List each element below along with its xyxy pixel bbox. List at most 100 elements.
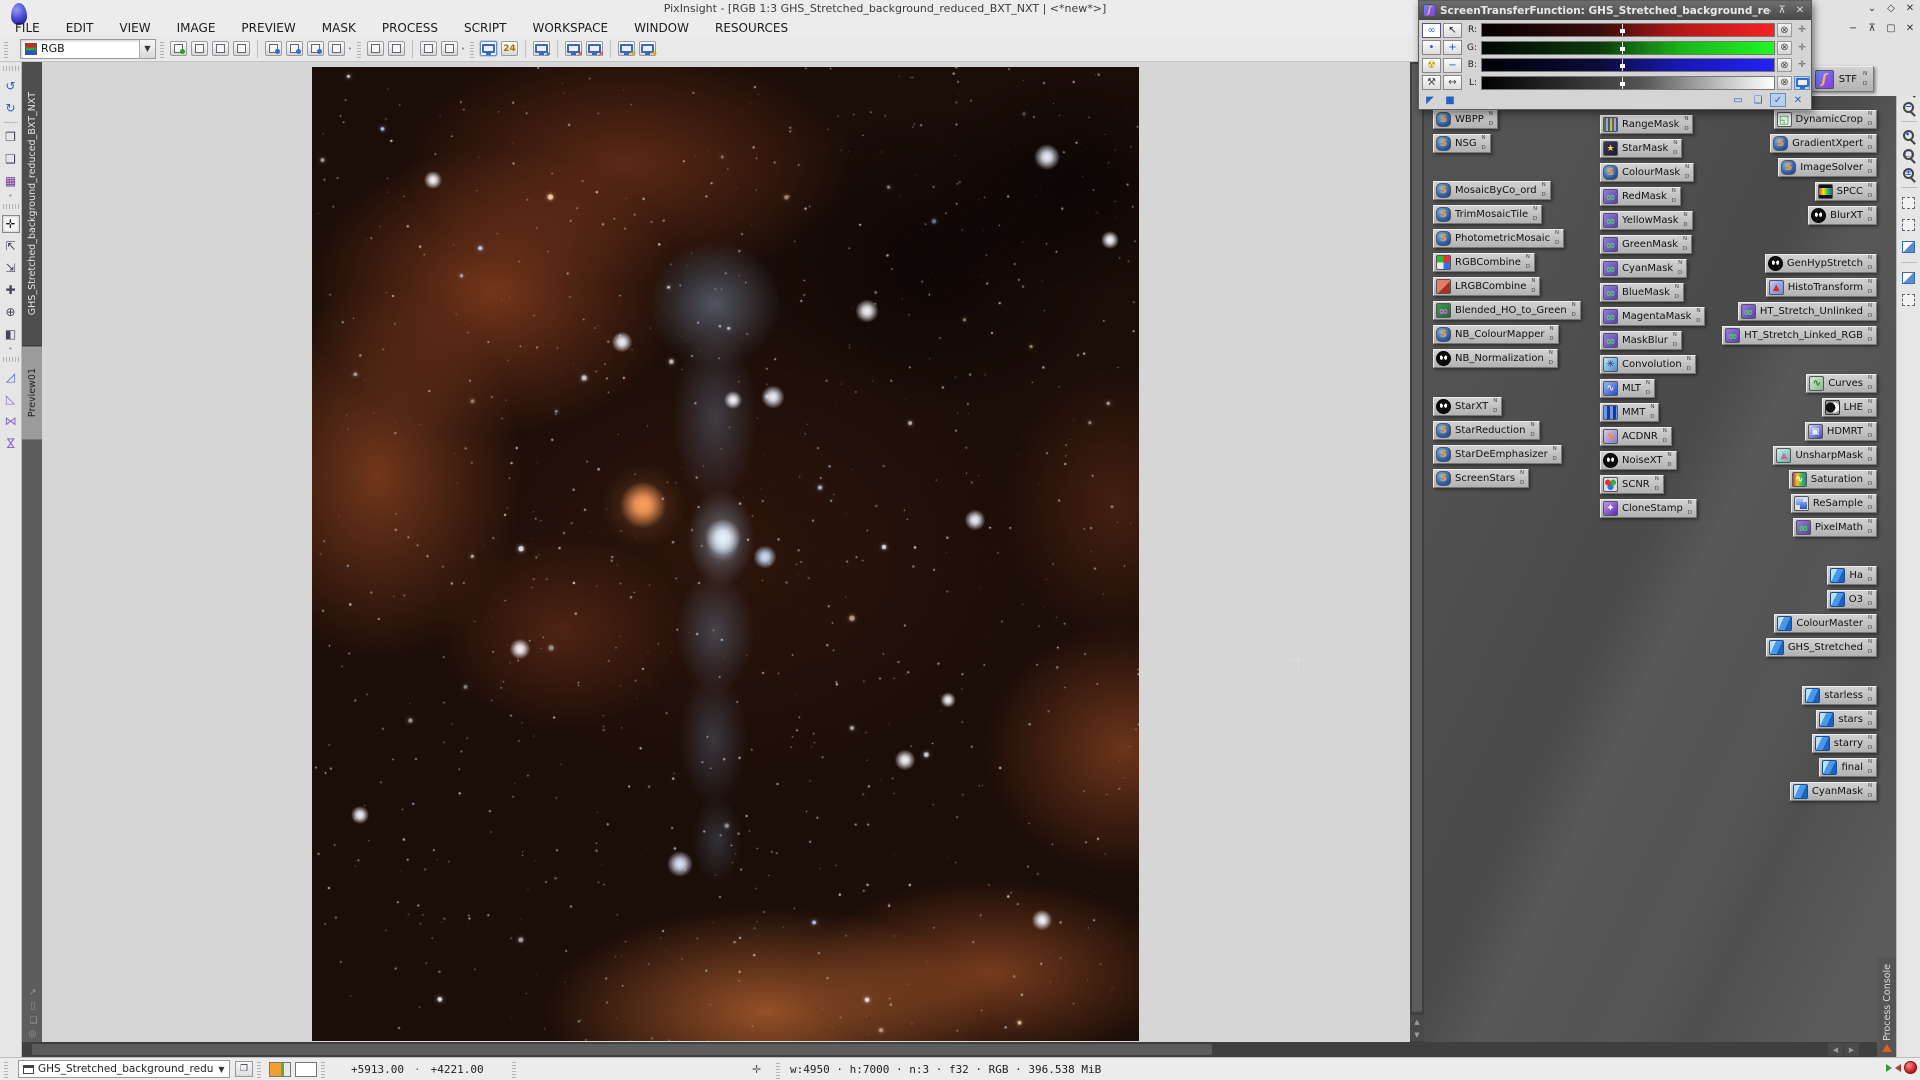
link-icon[interactable]: ∞	[1422, 22, 1441, 38]
process-icon-redmask[interactable]: ∞ RedMask N D	[1600, 187, 1681, 206]
stf-preview-icon[interactable]	[1794, 75, 1810, 90]
stf-edit-icon[interactable]: ➤	[533, 41, 551, 58]
process-icon-noisext[interactable]: NoiseXT N D	[1600, 451, 1677, 470]
edit-image-icon[interactable]	[191, 41, 208, 56]
horizontal-scrollbar[interactable]: ◀ ▶	[22, 1042, 1877, 1057]
shrink-window-icon[interactable]	[1902, 241, 1915, 253]
reset-icon[interactable]: ⊗	[1777, 40, 1792, 55]
window-control-icon[interactable]: ✕	[1904, 23, 1916, 34]
process-icon-stf[interactable]: ʃ STF ND	[1808, 66, 1874, 92]
menu-image[interactable]: IMAGE	[164, 19, 229, 37]
window-cascade-icon[interactable]	[441, 41, 458, 56]
cursor-icon[interactable]: ↖	[1443, 22, 1462, 38]
shade-window-icon[interactable]: ⊼	[1775, 5, 1789, 16]
zoom-11-icon[interactable]: •	[1422, 40, 1441, 55]
process-icon-maskblur[interactable]: ∞ MaskBlur N D	[1600, 331, 1682, 350]
stf-midtone-marker[interactable]	[1620, 59, 1626, 71]
zoom-1to1-icon[interactable]: •	[1903, 130, 1914, 141]
browse-doc-icon[interactable]: ❏	[1750, 93, 1766, 107]
flip-v-icon[interactable]: ⋈	[2, 434, 20, 452]
process-icon-genhypstretch[interactable]: GenHypStretch N D	[1764, 254, 1877, 273]
process-icon-yellowmask[interactable]: ∞ YellowMask N D	[1600, 211, 1693, 230]
rotate-cw-icon[interactable]: ◿	[2, 368, 20, 386]
window-control-icon[interactable]: ⊼	[1866, 23, 1878, 34]
vertical-scrollbar[interactable]: ▲ ▼	[1410, 62, 1424, 1042]
apply-icon[interactable]: ✓	[1770, 93, 1786, 107]
process-icon-magentamask[interactable]: ∞ MagentaMask N D	[1600, 307, 1706, 326]
zoom-in-mode-icon[interactable]: ⇱	[2, 237, 20, 255]
tab-process-console[interactable]: Process Console	[1877, 958, 1897, 1057]
vertical-scrollbar-thumb[interactable]	[1412, 64, 1422, 1012]
preview-mode-icon[interactable]: ◧	[2, 325, 20, 343]
window-control-icon[interactable]: −	[1847, 23, 1859, 34]
channel-selector[interactable]: RGB ▼	[20, 38, 156, 59]
process-icon-starxt[interactable]: StarXT N D	[1433, 397, 1503, 416]
process-icon-ha[interactable]: Ha N D	[1827, 566, 1877, 585]
window-control-icon[interactable]: ⌄	[1866, 3, 1878, 14]
process-icon-lhe[interactable]: LHE N D	[1821, 398, 1877, 417]
split-window-icon[interactable]	[1902, 272, 1915, 284]
chevron-down-icon[interactable]: ▼	[214, 1065, 229, 1074]
scroll-down-button[interactable]: ▼	[1410, 1028, 1424, 1041]
zoom-out-mode-icon[interactable]: ⇲	[2, 259, 20, 277]
status-grip[interactable]	[511, 1060, 516, 1078]
process-icon-greenmask[interactable]: ∞ GreenMask N D	[1600, 235, 1693, 254]
toolbar-grip[interactable]	[4, 39, 8, 58]
process-icon-ht-stretch-unlinked[interactable]: ∞ HT_Stretch_Unlinked N D	[1737, 302, 1877, 321]
stf-disable-1-icon[interactable]: ✕	[565, 41, 583, 58]
process-icon-stars[interactable]: stars N D	[1816, 710, 1877, 729]
cancel-icon[interactable]: ✕	[1790, 93, 1806, 107]
wrench-icon[interactable]: ⚒	[1422, 75, 1441, 90]
process-icon-stardeemphasizer[interactable]: S StarDeEmphasizer N D	[1433, 445, 1562, 464]
process-icon-mlt[interactable]: ∿ MLT N D	[1600, 379, 1655, 398]
open-file-icon[interactable]	[265, 41, 282, 56]
process-icon-unsharpmask[interactable]: ▲ UnsharpMask N D	[1773, 446, 1877, 465]
process-icon-nsg[interactable]: S NSG N D	[1433, 134, 1491, 153]
process-icon-photometricmosaic[interactable]: S PhotometricMosaic N D	[1433, 229, 1565, 248]
menu-view[interactable]: VIEW	[106, 19, 163, 37]
screen-mode-icon[interactable]: ❐	[2, 128, 20, 146]
process-icon-colourmaster[interactable]: ColourMaster N D	[1774, 614, 1877, 633]
pan-icon[interactable]: ✛	[752, 1063, 761, 1076]
radiation-icon[interactable]: ☢	[1422, 57, 1441, 73]
status-grip[interactable]	[321, 1060, 325, 1078]
process-icon-nb-colourmapper[interactable]: S NB_ColourMapper N D	[1433, 325, 1559, 344]
status-grip[interactable]	[4, 1060, 8, 1078]
process-icon-clonestamp[interactable]: ✦ CloneStamp N D	[1600, 499, 1697, 518]
rotate-ccw-icon[interactable]: ◺	[2, 390, 20, 408]
image-info-icon[interactable]	[212, 41, 229, 56]
process-icon-mosaicbyco-ord[interactable]: S MosaicByCo_ord N D	[1433, 181, 1551, 200]
process-icon-histotransform[interactable]: ▲ HistoTransform N D	[1765, 278, 1877, 297]
stf-midtone-marker[interactable]	[1620, 24, 1626, 36]
tab-image-window[interactable]: GHS_Stretched_background_reduced_BXT_NXT	[22, 62, 42, 346]
process-icon-gradientxpert[interactable]: S GradientXpert N D	[1770, 134, 1877, 153]
stf-edit-icon[interactable]: ✛	[1794, 23, 1810, 37]
probe-mode-icon[interactable]: ⊕	[2, 303, 20, 321]
cursor-mini-icon[interactable]: ↖	[27, 988, 37, 996]
menu-edit[interactable]: EDIT	[53, 19, 107, 37]
save-file-icon[interactable]	[286, 41, 303, 56]
frame-mini-icon[interactable]: ▭	[27, 1002, 37, 1011]
new-image-icon[interactable]	[170, 41, 187, 56]
menu-window[interactable]: WINDOW	[621, 19, 702, 37]
fit-views-icon[interactable]	[1902, 219, 1915, 231]
stf-edit-icon[interactable]: ✛	[1794, 58, 1810, 72]
alert-badge-icon[interactable]	[1904, 1061, 1917, 1074]
view-options-icon[interactable]	[388, 41, 405, 56]
window-control-icon[interactable]: ◇	[1885, 3, 1897, 14]
new-instance-icon[interactable]: ▭	[1730, 93, 1746, 107]
tab-preview01[interactable]: Preview01	[22, 347, 42, 440]
stf-slider-b[interactable]	[1481, 58, 1775, 72]
process-icon-curves[interactable]: ∿ Curves N D	[1806, 374, 1877, 393]
stf-enable-icon[interactable]	[480, 41, 497, 56]
split-view-icon[interactable]	[367, 41, 384, 56]
reset-icon[interactable]: ⊗	[1777, 23, 1792, 37]
menu-workspace[interactable]: WORKSPACE	[520, 19, 622, 37]
process-icon-ghs-stretched[interactable]: GHS_Stretched N D	[1765, 638, 1877, 657]
reset-icon[interactable]: ⊗	[1777, 75, 1792, 90]
process-icon-starless[interactable]: starless N D	[1802, 686, 1877, 705]
stf-slider-g[interactable]	[1481, 40, 1775, 55]
image-properties-icon[interactable]	[233, 41, 250, 56]
undo-icon[interactable]: ↺	[2, 77, 20, 95]
toolbar-grip[interactable]	[470, 39, 474, 58]
